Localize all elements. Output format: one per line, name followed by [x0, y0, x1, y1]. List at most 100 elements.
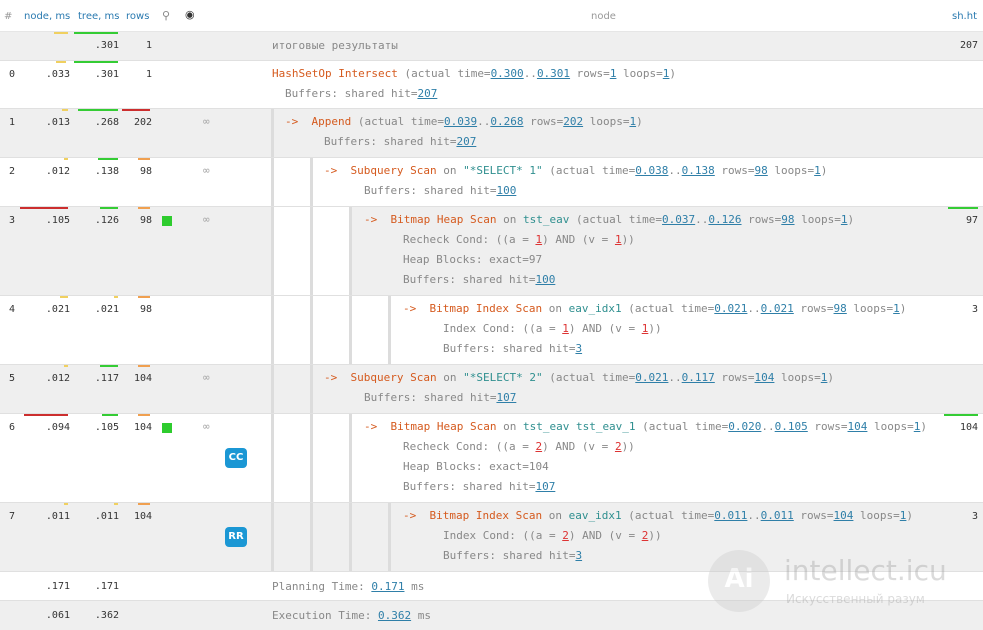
plan-line: -> Bitmap Heap Scan on tst_eav tst_eav_1… — [364, 420, 928, 433]
planning-time: Planning Time: 0.171 ms — [272, 580, 425, 593]
node-bar — [64, 158, 68, 160]
summary-sh: 207 — [959, 40, 978, 51]
node-bar — [64, 503, 68, 505]
plan-line: -> Bitmap Heap Scan on tst_eav (actual t… — [364, 213, 855, 226]
plan-row-6[interactable]: 6 .094 .105 104 ∞ CC -> Bitmap Heap Scan… — [0, 413, 983, 503]
table-header: # node, ms tree, ms rows ⚲ ◉ node sh.ht — [0, 0, 983, 32]
col-node-ms[interactable]: node, ms — [24, 11, 70, 22]
buffers-line: Buffers: shared hit=207 — [285, 87, 438, 100]
execution-time: Execution Time: 0.362 ms — [272, 609, 431, 622]
rows-bar — [138, 414, 150, 416]
buffers-line: Buffers: shared hit=107 — [364, 391, 517, 404]
rr-badge[interactable]: RR — [225, 527, 247, 547]
buffers-line: Buffers: shared hit=100 — [364, 184, 517, 197]
execution-node-ms: .061 — [45, 610, 70, 621]
op-name[interactable]: Append — [312, 115, 352, 128]
tree-bar — [78, 109, 118, 111]
row-tree-ms: .011 — [94, 511, 119, 522]
op-name[interactable]: Bitmap Index Scan — [430, 302, 543, 315]
tree-guide — [310, 503, 313, 572]
link-icon[interactable]: ∞ — [203, 115, 210, 128]
tree-guide — [310, 296, 313, 365]
row-num: 3 — [9, 215, 16, 226]
op-name[interactable]: HashSetOp Intersect — [272, 67, 398, 80]
plan-line: -> Subquery Scan on "*SELECT* 2" (actual… — [324, 371, 835, 384]
row-sh-ht: 97 — [965, 215, 978, 226]
row-rows: 98 — [139, 304, 152, 315]
eye-icon[interactable]: ◉ — [185, 8, 195, 21]
op-name[interactable]: Subquery Scan — [351, 164, 437, 177]
buffers-line: Buffers: shared hit=3 — [443, 342, 583, 355]
rows-bar — [138, 296, 150, 298]
row-sh-ht: 3 — [971, 304, 978, 315]
row-node-ms: .033 — [45, 69, 70, 80]
plan-row-0[interactable]: 0 .033 .301 1 HashSetOp Intersect (actua… — [0, 60, 983, 109]
row-num: 0 — [9, 69, 16, 80]
tree-guide — [310, 365, 313, 414]
cc-badge[interactable]: CC — [225, 448, 247, 468]
row-node-ms: .021 — [45, 304, 70, 315]
row-rows: 98 — [139, 215, 152, 226]
tree-indent — [274, 207, 310, 296]
link-icon[interactable]: ∞ — [203, 371, 210, 384]
hot-node-marker — [162, 423, 172, 433]
row-tree-ms: .021 — [94, 304, 119, 315]
link-icon[interactable]: ∞ — [203, 213, 210, 226]
row-node-ms: .105 — [45, 215, 70, 226]
execution-tree-ms: .362 — [94, 610, 119, 621]
tree-bar — [114, 503, 118, 505]
tree-guide — [271, 414, 274, 503]
heap-blocks-line: Heap Blocks: exact=104 — [403, 460, 549, 473]
rows-bar — [138, 503, 150, 505]
watermark-title: intellect.icu — [784, 554, 947, 587]
op-name[interactable]: Bitmap Heap Scan — [391, 420, 497, 433]
tree-guide — [349, 414, 352, 503]
tree-bar — [102, 414, 118, 416]
row-num: 4 — [9, 304, 16, 315]
buffers-line: Buffers: shared hit=100 — [403, 273, 556, 286]
tree-indent — [274, 158, 310, 207]
plan-row-4[interactable]: 4 .021 .021 98 -> Bitmap Index Scan on e… — [0, 295, 983, 365]
plan-row-3[interactable]: 3 .105 .126 98 ∞ -> Bitmap Heap Scan on … — [0, 206, 983, 296]
row-num: 7 — [9, 511, 16, 522]
op-name[interactable]: Bitmap Index Scan — [430, 509, 543, 522]
op-name[interactable]: Subquery Scan — [351, 371, 437, 384]
search-icon[interactable]: ⚲ — [162, 9, 170, 22]
row-node-ms: .012 — [45, 373, 70, 384]
link-icon[interactable]: ∞ — [203, 164, 210, 177]
op-name[interactable]: Bitmap Heap Scan — [391, 213, 497, 226]
col-rows[interactable]: rows — [126, 11, 149, 22]
row-node-ms: .012 — [45, 166, 70, 177]
node-bar — [62, 109, 68, 111]
link-icon[interactable]: ∞ — [203, 420, 210, 433]
row-rows: 202 — [133, 117, 152, 128]
planning-tree-ms: .171 — [94, 581, 119, 592]
node-bar — [54, 32, 68, 34]
row-rows: 104 — [133, 422, 152, 433]
summary-row: .301 1 итоговые результаты 207 — [0, 32, 983, 60]
cond-line: Index Cond: ((a = 1) AND (v = 1)) — [443, 322, 662, 335]
sh-bar — [948, 207, 978, 209]
row-rows: 1 — [145, 69, 152, 80]
tree-guide — [271, 109, 274, 158]
tree-bar — [74, 32, 118, 34]
tree-guide — [349, 207, 352, 296]
plan-line: -> Append (actual time=0.039..0.268 rows… — [285, 115, 643, 128]
col-tree-ms[interactable]: tree, ms — [78, 11, 119, 22]
col-node: node — [591, 11, 616, 22]
summary-rows: 1 — [145, 40, 152, 51]
summary-tree: .301 — [94, 40, 119, 51]
tree-guide — [310, 158, 313, 207]
node-bar — [64, 365, 68, 367]
plan-row-2[interactable]: 2 .012 .138 98 ∞ -> Subquery Scan on "*S… — [0, 157, 983, 207]
cond-line: Recheck Cond: ((a = 1) AND (v = 1)) — [403, 233, 635, 246]
row-sh-ht: 3 — [971, 511, 978, 522]
plan-row-1[interactable]: 1 .013 .268 202 ∞ -> Append (actual time… — [0, 108, 983, 158]
row-tree-ms: .117 — [94, 373, 119, 384]
plan-row-5[interactable]: 5 .012 .117 104 ∞ -> Subquery Scan on "*… — [0, 364, 983, 414]
tree-guide — [271, 365, 274, 414]
watermark-subtitle: Искусственный разум — [786, 592, 925, 606]
col-sh-ht[interactable]: sh.ht — [952, 11, 977, 22]
node-bar — [56, 61, 66, 63]
planning-node-ms: .171 — [45, 581, 70, 592]
